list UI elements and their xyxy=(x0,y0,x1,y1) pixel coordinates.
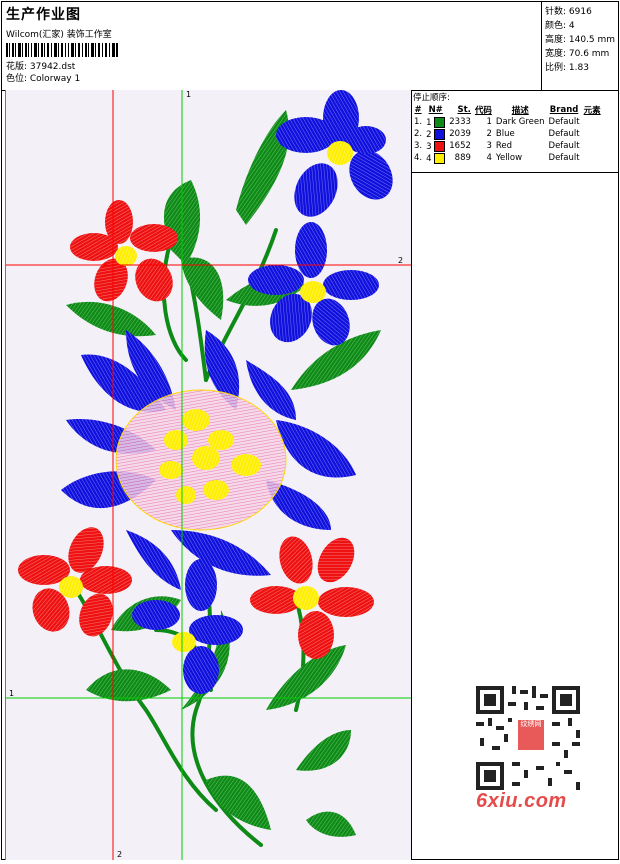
colorway: 色位: Colorway 1 xyxy=(6,74,81,84)
company-subtitle: Wilcom(汇家) 装饰工作室 xyxy=(6,30,112,40)
table-header: # N# St. 代码 描述 Brand 元素 xyxy=(412,104,603,116)
stop-sequence-title: 停止顺序: xyxy=(413,93,450,103)
row-desc: Dark Green xyxy=(495,117,545,127)
row-desc: Yellow xyxy=(495,153,523,163)
site-logo: 6xiu.com xyxy=(476,790,567,812)
petal xyxy=(276,420,356,478)
stitch-count: 针数: 6916 xyxy=(545,7,592,17)
table-row: 4. 4 889 4 Yellow Default xyxy=(412,152,603,164)
leaf xyxy=(306,811,356,837)
row-n: 2 xyxy=(426,129,432,140)
design-scale: 比例: 1.83 xyxy=(545,63,589,73)
embroidery-preview-canvas: 1 2 1 2 xyxy=(5,90,412,860)
leaf xyxy=(206,775,271,830)
petal xyxy=(126,530,181,590)
stop-sequence-panel: 停止顺序: # N# St. 代码 描述 Brand 元素 1. 1 2333 … xyxy=(411,90,618,173)
row-stitches: 2333 xyxy=(449,117,471,127)
row-brand: Default xyxy=(548,141,580,151)
design-height: 高度: 140.5 mm xyxy=(545,35,616,45)
design-stats: 针数: 6916 颜色: 4 高度: 140.5 mm 宽度: 70.6 mm … xyxy=(541,2,618,90)
row-code: 1 xyxy=(486,117,492,127)
barcode xyxy=(6,43,118,57)
col-hash: # xyxy=(414,105,422,115)
red-flower-top xyxy=(70,200,178,302)
stop-sequence-table: # N# St. 代码 描述 Brand 元素 1. 1 2333 1 Dark… xyxy=(412,104,603,164)
col-st: St. xyxy=(457,105,471,115)
row-brand: Default xyxy=(548,153,580,163)
row-stitches: 1652 xyxy=(449,141,471,151)
qr-code: 纹绣网 xyxy=(472,682,584,794)
row-stitches: 2039 xyxy=(449,129,471,139)
embroidery-design xyxy=(6,90,411,860)
header: 生产作业图 Wilcom(汇家) 装饰工作室 花版: 37942.dst 色位:… xyxy=(2,2,618,91)
row-index: 4. xyxy=(414,153,423,163)
leaf xyxy=(86,669,171,702)
color-swatch xyxy=(434,128,446,140)
guide-label-v2: 2 xyxy=(117,850,123,859)
row-stitches: 889 xyxy=(454,153,471,163)
design-width: 宽度: 70.6 mm xyxy=(545,49,610,59)
leaf xyxy=(181,257,224,320)
row-code: 2 xyxy=(486,129,492,139)
blue-flower-mid xyxy=(248,222,379,346)
design-file: 花版: 37942.dst xyxy=(6,62,76,72)
color-swatch xyxy=(434,116,446,128)
leaf xyxy=(66,301,156,337)
row-code: 3 xyxy=(486,141,492,151)
row-brand: Default xyxy=(548,129,580,139)
col-element: 元素 xyxy=(583,106,601,116)
color-count: 颜色: 4 xyxy=(545,21,575,31)
page-title: 生产作业图 xyxy=(6,7,81,23)
row-n: 3 xyxy=(426,141,432,152)
red-flower-right xyxy=(250,536,374,659)
col-code: 代码 xyxy=(474,106,492,116)
guide-label-h2: 2 xyxy=(398,256,404,265)
color-swatch xyxy=(434,140,446,152)
table-row: 2. 2 2039 2 Blue Default xyxy=(412,128,603,140)
row-code: 4 xyxy=(486,153,492,163)
guide-label-v1: 1 xyxy=(186,90,192,99)
row-index: 1. xyxy=(414,117,423,127)
row-desc: Red xyxy=(495,141,513,151)
row-index: 2. xyxy=(414,129,423,139)
blue-flower-bottom xyxy=(132,559,243,694)
col-n: N# xyxy=(428,105,443,115)
table-row: 1. 1 2333 1 Dark Green Default xyxy=(412,116,603,128)
header-info: 生产作业图 Wilcom(汇家) 装饰工作室 花版: 37942.dst 色位:… xyxy=(6,4,536,88)
production-worksheet: 生产作业图 Wilcom(汇家) 装饰工作室 花版: 37942.dst 色位:… xyxy=(1,1,619,860)
blue-flower-top xyxy=(276,90,393,217)
row-n: 1 xyxy=(426,117,432,128)
table-row: 3. 3 1652 3 Red Default xyxy=(412,140,603,152)
petal xyxy=(171,530,271,576)
row-brand: Default xyxy=(548,117,580,127)
guide-label-h1: 1 xyxy=(9,689,15,698)
row-n: 4 xyxy=(426,153,432,164)
color-swatch xyxy=(434,152,446,164)
row-index: 3. xyxy=(414,141,423,151)
col-brand: Brand xyxy=(549,105,579,115)
leaf xyxy=(296,730,351,771)
row-desc: Blue xyxy=(495,129,515,139)
qr-badge: 纹绣网 xyxy=(516,718,546,752)
col-desc: 描述 xyxy=(511,106,529,116)
